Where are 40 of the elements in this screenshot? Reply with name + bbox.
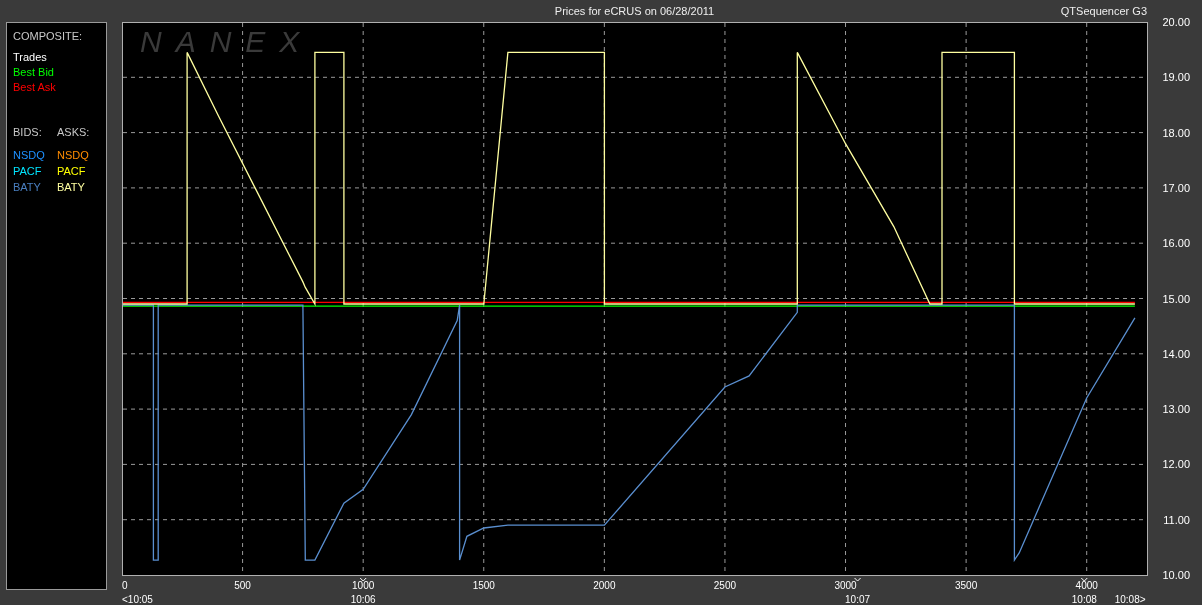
y-axis-label: 17.00: [1162, 181, 1190, 194]
x-axis-label: 4000: [1075, 580, 1098, 591]
x-axis-label: 3000: [834, 580, 857, 591]
time-label: 10:08>: [1114, 594, 1146, 605]
legend-label: BATY: [13, 180, 41, 193]
legend-heading: ASKS:: [57, 124, 91, 140]
y-axis-label: 12.00: [1162, 458, 1190, 471]
y-axis-label: 19.00: [1162, 71, 1190, 84]
chart-logo: NANEX: [140, 25, 314, 58]
y-axis-label: 13.00: [1162, 403, 1190, 416]
time-label: 10:07: [845, 594, 871, 605]
legend-label: BATY: [57, 180, 85, 193]
x-axis-label: 3500: [955, 580, 978, 591]
legend-label: NSDQ: [13, 148, 45, 161]
x-axis-label: 2000: [593, 580, 616, 591]
y-axis-label: 18.00: [1162, 126, 1190, 139]
legend-label: Trades: [13, 50, 47, 63]
x-axis-label: 500: [234, 580, 251, 591]
y-axis-label: 14.00: [1162, 347, 1190, 360]
legend-label: Best Ask: [13, 80, 56, 93]
time-label: <10:05: [122, 594, 153, 605]
x-axis-label: 1500: [472, 580, 495, 591]
y-axis-label: 11.00: [1163, 513, 1190, 526]
time-label: 10:06: [350, 594, 376, 605]
legend-heading: BIDS:: [13, 124, 43, 140]
legend-heading: COMPOSITE:: [13, 29, 84, 44]
x-axis-label: 0: [122, 580, 128, 591]
x-axis-label: 2500: [713, 580, 737, 591]
y-axis-label: 16.00: [1162, 237, 1190, 250]
chart-title: Prices for eCRUS on 06/28/2011: [554, 4, 715, 17]
x-axis-label: 1000: [352, 580, 375, 591]
time-label: 10:08: [1071, 594, 1097, 605]
y-axis-label: 20.00: [1162, 16, 1190, 28]
legend-label: Best Bid: [13, 65, 54, 78]
app-name: QTSequencer G3: [1060, 3, 1147, 19]
legend-label: PACF: [57, 164, 86, 177]
legend-label: NSDQ: [57, 148, 89, 161]
y-axis-label: 15.00: [1162, 292, 1190, 305]
y-axis-label: 10.00: [1162, 569, 1190, 581]
legend-label: PACF: [13, 164, 42, 177]
